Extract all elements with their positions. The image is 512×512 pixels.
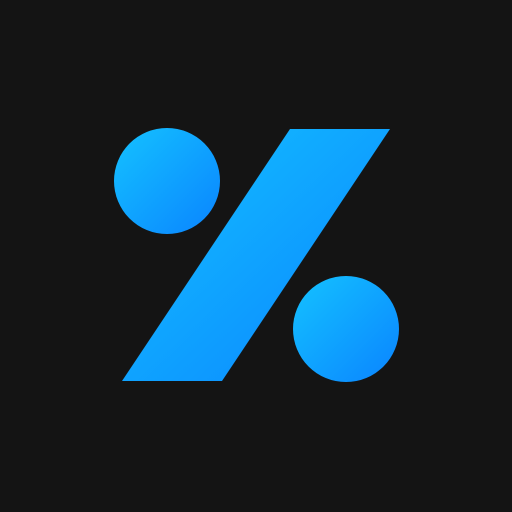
percent-icon	[0, 0, 512, 512]
percent-bottom-dot	[293, 276, 399, 382]
app-icon-canvas	[0, 0, 512, 512]
percent-top-dot	[114, 128, 220, 234]
